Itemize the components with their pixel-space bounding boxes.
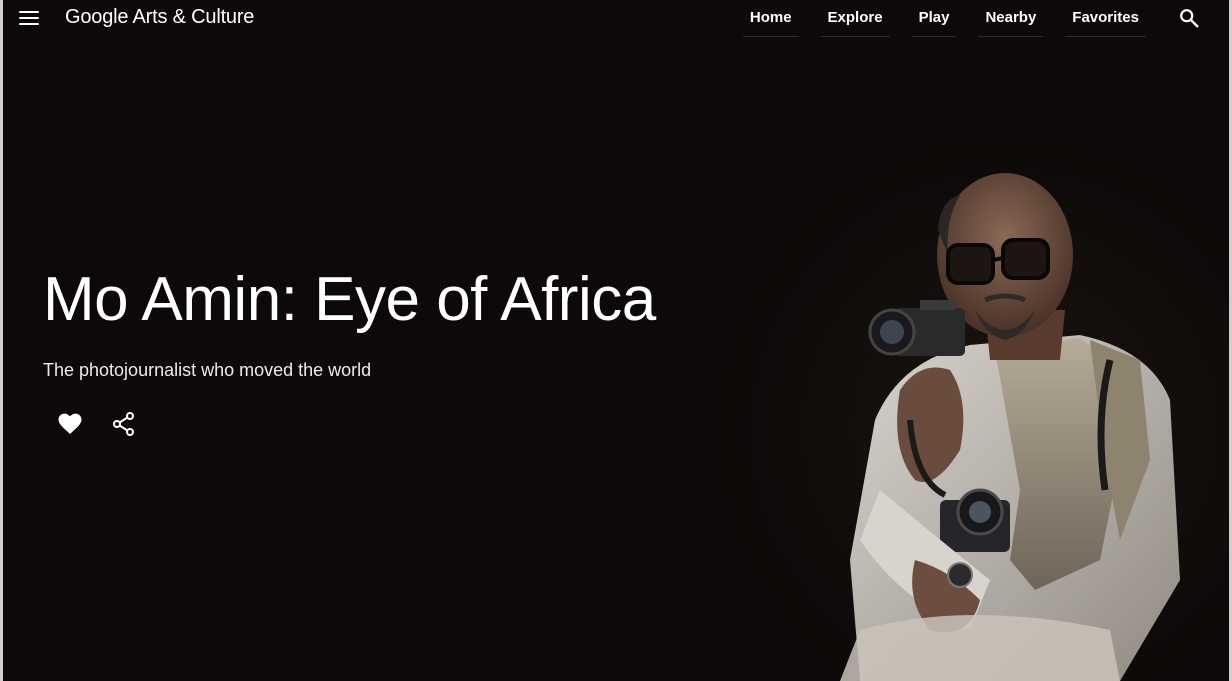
site-logo[interactable]: Google Arts & Culture [65,6,254,29]
heart-icon[interactable] [56,410,84,438]
portrait-photo [840,173,1180,681]
share-icon[interactable] [110,410,138,438]
top-bar: Google Arts & Culture Home Explore Play … [0,0,1232,38]
main-nav: Home Explore Play Nearby Favorites [721,0,1146,38]
page-subtitle: The photojournalist who moved the world [43,360,372,380]
nav-home[interactable]: Home [742,0,799,37]
nav-play[interactable]: Play [911,0,957,37]
nav-nearby[interactable]: Nearby [978,0,1044,37]
search-icon[interactable] [1178,7,1200,29]
nav-favorites[interactable]: Favorites [1065,0,1146,37]
page-title: Mo Amin: Eye of Africa [43,265,656,334]
nav-explore[interactable]: Explore [820,0,890,37]
hamburger-menu-icon[interactable] [19,9,41,27]
